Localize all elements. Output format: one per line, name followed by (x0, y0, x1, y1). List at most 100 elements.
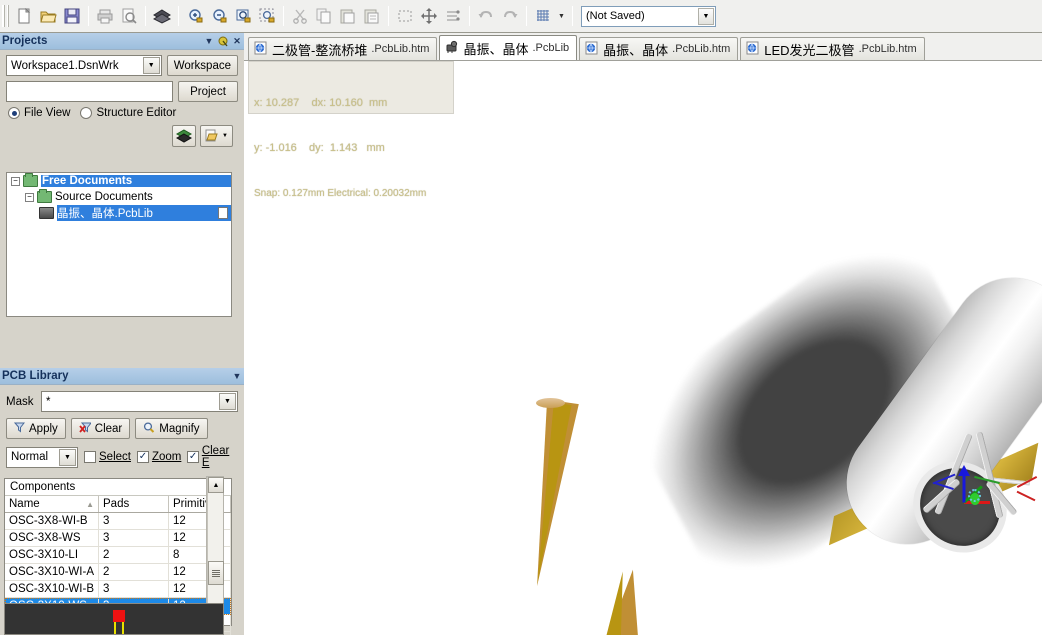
project-tree[interactable]: − Free Documents − Source Documents 晶振、晶… (6, 172, 232, 317)
magnify-button[interactable]: Magnify (135, 418, 208, 439)
radio-file-view[interactable]: File View (8, 107, 70, 119)
toolbar-separator (526, 6, 527, 26)
tree-node-pcblib-file[interactable]: 晶振、晶体.PcbLib (7, 205, 231, 221)
layers-icon[interactable] (150, 4, 174, 28)
print-preview-icon[interactable] (117, 4, 141, 28)
axis-z-arrowhead (958, 465, 970, 476)
workspace-row: Workspace1.DsnWrk ▼ Workspace (6, 55, 238, 76)
panel-dropdown-icon[interactable]: ▼ (230, 369, 244, 383)
mask-input[interactable]: * ▼ (41, 391, 238, 412)
tab-label-cn: LED发光二极管 (764, 42, 855, 58)
layers-view-icon[interactable] (172, 125, 196, 147)
zoom-area-icon[interactable] (255, 4, 279, 28)
pin-icon[interactable] (216, 34, 230, 48)
radio-structure-editor[interactable]: Structure Editor (80, 107, 176, 119)
component-preview-strip (4, 603, 224, 635)
scrollbar-thumb[interactable] (208, 561, 224, 585)
cell-name: OSC-3X10-WI-B (5, 581, 99, 597)
chevron-down-icon[interactable]: ▼ (698, 7, 714, 25)
chevron-down-icon[interactable]: ▼ (142, 57, 160, 74)
left-panel-column: Projects ▼ ✕ Workspace1.DsnWrk ▼ Workspa… (0, 33, 244, 635)
checkbox-select[interactable]: Select (84, 451, 131, 463)
expand-collapse-icon[interactable]: − (11, 176, 20, 186)
axis-rotation-handle-icon[interactable] (968, 489, 981, 502)
column-header-pads[interactable]: Pads (99, 496, 169, 512)
clear-button[interactable]: Clear (70, 418, 131, 439)
sort-ascending-icon: ▲ (86, 499, 94, 509)
apply-button[interactable]: Apply (6, 418, 66, 439)
project-button[interactable]: Project (178, 81, 238, 102)
open-folder-icon[interactable] (36, 4, 60, 28)
folder-icon (23, 173, 38, 187)
checkbox-zoom[interactable]: ✓ Zoom (136, 451, 181, 463)
zoom-in-icon[interactable] (183, 4, 207, 28)
workspace-button[interactable]: Workspace (166, 55, 238, 76)
checkbox-clear-existing[interactable]: ✓ Clear E (187, 445, 238, 469)
open-document-dropdown-icon[interactable]: ▼ (200, 125, 233, 147)
radio-indicator (8, 107, 20, 119)
table-row[interactable]: OSC-3X10-WI-B 3 12 (5, 581, 231, 598)
move-icon[interactable] (417, 4, 441, 28)
main-toolbar: ▼ (Not Saved) ▼ (0, 0, 1042, 33)
tab-label-ext: .PcbLib.htm (858, 43, 917, 55)
column-header-label: Name (9, 498, 40, 510)
scroll-up-arrow-icon[interactable]: ▲ (208, 477, 224, 493)
document-glyph-icon (218, 207, 228, 219)
mode-select[interactable]: Normal ▼ (6, 446, 78, 468)
project-input[interactable] (6, 81, 173, 102)
table-row[interactable]: OSC-3X8-WI-B 3 12 (5, 513, 231, 530)
new-document-icon[interactable] (12, 4, 36, 28)
zoom-fit-icon[interactable] (231, 4, 255, 28)
project-row: Project (6, 81, 238, 102)
tree-node-label: 晶振、晶体.PcbLib (57, 205, 231, 221)
checkbox-indicator: ✓ (187, 451, 199, 463)
hud-line-x: x: 10.287 dx: 10.160 mm (254, 97, 388, 109)
close-icon[interactable]: ✕ (230, 34, 244, 48)
document-selector-combo[interactable]: (Not Saved) ▼ (581, 5, 716, 27)
hud-line-y: y: -1.016 dy: 1.143 mm (254, 142, 385, 154)
toolbar-drag-grip[interactable] (2, 5, 9, 27)
paste-special-icon[interactable] (360, 4, 384, 28)
grid-icon[interactable] (531, 4, 555, 28)
chevron-down-icon[interactable]: ▼ (219, 393, 236, 410)
tab-crystal-oscillator-htm[interactable]: 晶振、晶体 .PcbLib.htm (579, 37, 739, 60)
copy-icon[interactable] (312, 4, 336, 28)
toolbar-separator (283, 6, 284, 26)
pcb-3d-viewport[interactable]: x: 10.287 dx: 10.160 mm y: -1.016 dy: 1.… (244, 61, 1042, 635)
panel-dropdown-icon[interactable]: ▼ (202, 34, 216, 48)
tab-label-ext: .PcbLib (532, 42, 570, 54)
cell-pads: 3 (99, 530, 169, 546)
undo-icon[interactable] (474, 4, 498, 28)
table-row[interactable]: OSC-3X10-WI-A 2 12 (5, 564, 231, 581)
save-icon[interactable] (60, 4, 84, 28)
folder-icon (37, 189, 52, 203)
deselect-icon[interactable] (441, 4, 465, 28)
table-row[interactable]: OSC-3X10-LI 2 8 (5, 547, 231, 564)
expand-collapse-icon[interactable]: − (25, 192, 34, 202)
print-icon[interactable] (93, 4, 117, 28)
tree-node-free-documents[interactable]: − Free Documents (7, 173, 231, 189)
tree-node-source-documents[interactable]: − Source Documents (7, 189, 231, 205)
zoom-out-icon[interactable] (207, 4, 231, 28)
coordinate-hud: x: 10.287 dx: 10.160 mm y: -1.016 dy: 1.… (248, 61, 454, 199)
radio-label: Structure Editor (96, 107, 177, 119)
grid-dropdown-arrow[interactable]: ▼ (555, 4, 568, 28)
column-header-name[interactable]: Name ▲ (5, 496, 99, 512)
chevron-down-icon[interactable]: ▼ (59, 448, 76, 466)
tab-led-diode[interactable]: LED发光二极管 .PcbLib.htm (740, 37, 925, 60)
html-page-icon (585, 41, 599, 58)
redo-icon[interactable] (498, 4, 522, 28)
workspace-combo[interactable]: Workspace1.DsnWrk ▼ (6, 55, 162, 76)
toolbar-separator (469, 6, 470, 26)
tree-node-label-text: 晶振、晶体.PcbLib (57, 208, 153, 220)
table-row[interactable]: OSC-3X8-WS 3 12 (5, 530, 231, 547)
cut-icon[interactable] (288, 4, 312, 28)
paste-icon[interactable] (336, 4, 360, 28)
filter-buttons: Apply Clear Magnify (6, 418, 238, 439)
tab-diode-rectifier[interactable]: 二极管-整流桥堆 .PcbLib.htm (248, 37, 438, 60)
select-area-icon[interactable] (393, 4, 417, 28)
tab-crystal-oscillator-pcblib[interactable]: 晶振、晶体 .PcbLib (439, 35, 578, 60)
tab-label-cn: 晶振、晶体 (463, 41, 529, 57)
projects-toolbar: ▼ (6, 125, 233, 147)
tab-label-cn: 晶振、晶体 (603, 42, 669, 58)
